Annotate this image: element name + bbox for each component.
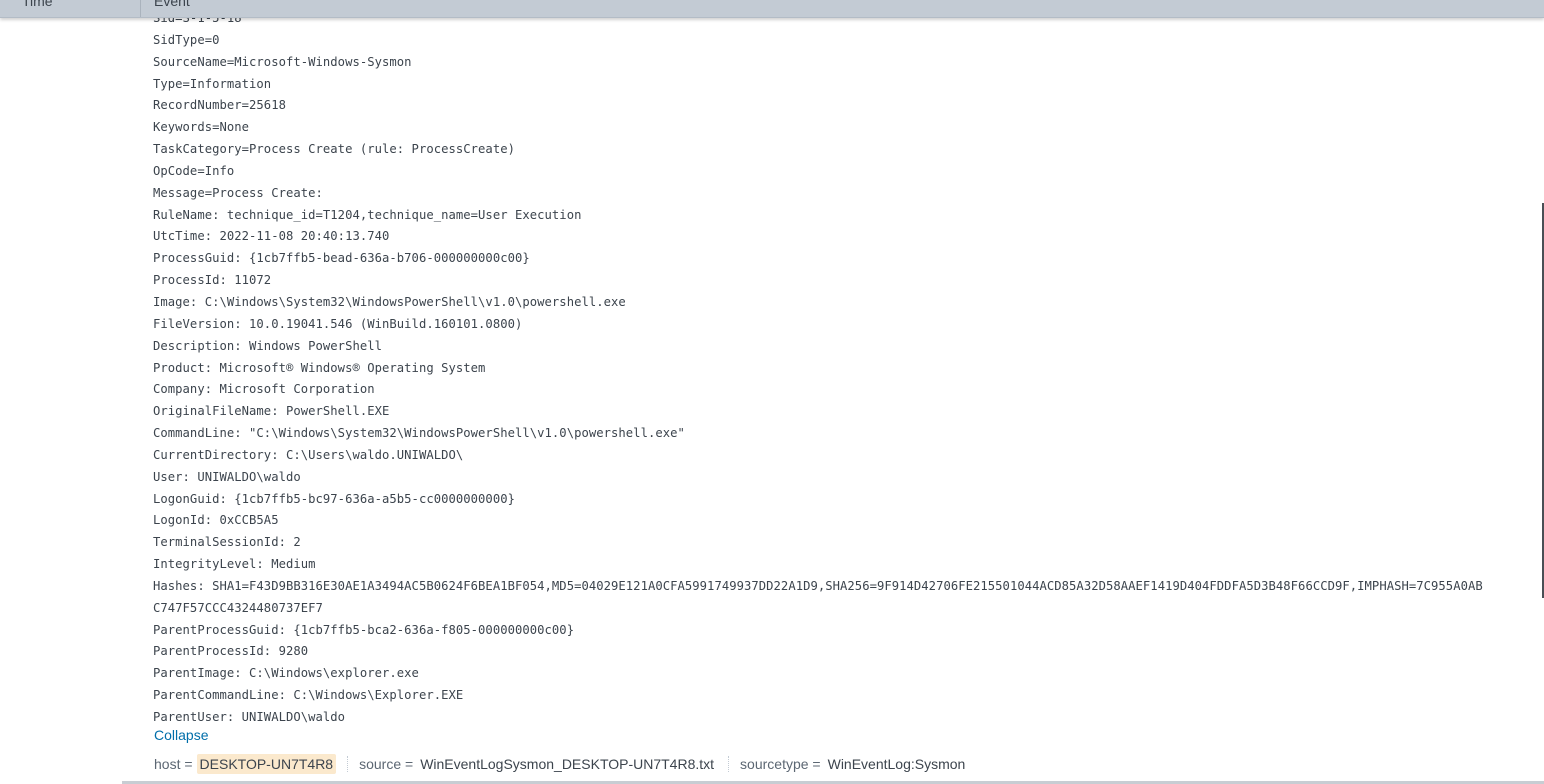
event-line: Product: Microsoft® Windows® Operating S… bbox=[153, 360, 486, 375]
event-line: CommandLine: "C:\Windows\System32\Window… bbox=[153, 426, 685, 441]
host-field-value[interactable]: DESKTOP-UN7T4R8 bbox=[196, 754, 337, 774]
source-field-key: source = bbox=[359, 756, 414, 772]
event-line: FileVersion: 10.0.19041.546 (WinBuild.16… bbox=[153, 316, 523, 331]
event-line: LogonId: 0xCCB5A5 bbox=[153, 513, 279, 528]
event-raw-text: Sid=S-1-5-18 SidType=0 SourceName=Microsof… bbox=[153, 8, 1483, 729]
results-table-header: Time Event bbox=[0, 0, 1544, 18]
event-line: TerminalSessionId: 2 bbox=[153, 535, 301, 550]
event-line: OpCode=Info bbox=[153, 163, 235, 178]
event-line: SidType=0 bbox=[153, 32, 220, 47]
event-line: ProcessId: 11072 bbox=[153, 273, 272, 288]
event-line: C747F57CCC4324480737EF7 bbox=[153, 600, 323, 615]
event-line: ParentProcessGuid: {1cb7ffb5-bca2-636a-f… bbox=[153, 622, 575, 637]
event-line: TaskCategory=Process Create (rule: Proce… bbox=[153, 142, 515, 157]
event-line: SourceName=Microsoft-Windows-Sysmon bbox=[153, 54, 412, 69]
event-line: ParentProcessId: 9280 bbox=[153, 644, 309, 659]
field-separator bbox=[347, 756, 349, 772]
event-line: ParentCommandLine: C:\Windows\Explorer.E… bbox=[153, 688, 464, 703]
event-line: ProcessGuid: {1cb7ffb5-bead-636a-b706-00… bbox=[153, 251, 530, 266]
event-line: Keywords=None bbox=[153, 120, 250, 135]
search-results-page: Time Event Sid=S-1-5-18 SidType=0 SourceNa… bbox=[0, 0, 1544, 784]
column-header-time[interactable]: Time bbox=[22, 0, 53, 9]
source-field-value[interactable]: WinEventLogSysmon_DESKTOP-UN7T4R8.txt bbox=[417, 754, 717, 774]
host-field: host = DESKTOP-UN7T4R8 bbox=[154, 752, 337, 776]
sourcetype-field: sourcetype = WinEventLog:Sysmon bbox=[740, 752, 968, 776]
event-line: Image: C:\Windows\System32\WindowsPowerS… bbox=[153, 294, 626, 309]
event-line: OriginalFileName: PowerShell.EXE bbox=[153, 404, 390, 419]
column-divider bbox=[140, 0, 141, 17]
event-line: RecordNumber=25618 bbox=[153, 98, 286, 113]
sourcetype-field-key: sourcetype = bbox=[740, 756, 821, 772]
event-fields-bar: host = DESKTOP-UN7T4R8 source = WinEvent… bbox=[154, 752, 968, 776]
source-field: source = WinEventLogSysmon_DESKTOP-UN7T4… bbox=[359, 752, 717, 776]
event-line: User: UNIWALDO\waldo bbox=[153, 469, 301, 484]
event-line: Hashes: SHA1=F43D9BB316E30AE1A3494AC5B06… bbox=[153, 578, 1483, 593]
event-line: Company: Microsoft Corporation bbox=[153, 382, 375, 397]
event-line: ParentImage: C:\Windows\explorer.exe bbox=[153, 666, 419, 681]
event-line: Description: Windows PowerShell bbox=[153, 338, 383, 353]
sourcetype-field-value[interactable]: WinEventLog:Sysmon bbox=[825, 754, 969, 774]
event-line: CurrentDirectory: C:\Users\waldo.UNIWALD… bbox=[153, 447, 464, 462]
event-line: Type=Information bbox=[153, 76, 272, 91]
event-line: UtcTime: 2022-11-08 20:40:13.740 bbox=[153, 229, 390, 244]
column-header-event[interactable]: Event bbox=[154, 0, 190, 9]
host-field-key: host = bbox=[154, 756, 193, 772]
field-separator bbox=[728, 756, 730, 772]
collapse-link[interactable]: Collapse bbox=[154, 727, 208, 743]
event-line: RuleName: technique_id=T1204,technique_n… bbox=[153, 207, 582, 222]
event-line: LogonGuid: {1cb7ffb5-bc97-636a-a5b5-cc00… bbox=[153, 491, 515, 506]
event-line: IntegrityLevel: Medium bbox=[153, 557, 316, 572]
event-line: ParentUser: UNIWALDO\waldo bbox=[153, 710, 346, 724]
event-line: Message=Process Create: bbox=[153, 185, 323, 200]
